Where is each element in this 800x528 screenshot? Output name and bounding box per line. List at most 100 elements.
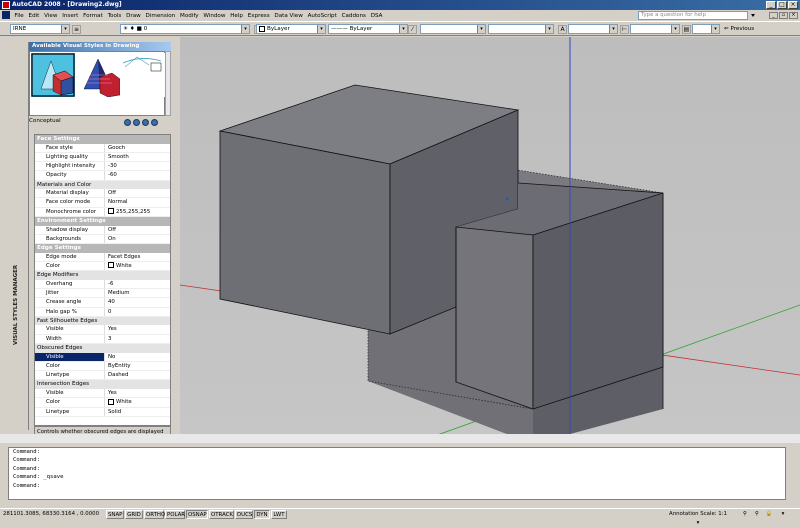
menu-dimension[interactable]: Dimension	[143, 13, 178, 19]
property-row[interactable]: Highlight intensity -30	[35, 162, 170, 172]
horizontal-scrollbar[interactable]	[0, 434, 800, 443]
thumbnail-scrollbar[interactable]	[165, 51, 171, 116]
text-style-dropdown[interactable]: ▾	[568, 24, 618, 34]
table-style-icon[interactable]: ▤	[682, 25, 691, 34]
coordinates-readout[interactable]: 281101.3085, 68330.3164 , 0.0000	[2, 510, 104, 519]
workspace-dropdown[interactable]: IRNE ▾	[10, 24, 70, 34]
status-toggle-snap[interactable]: SNAP	[106, 510, 124, 519]
document-icon[interactable]	[2, 11, 10, 19]
property-row[interactable]: Linetype Dashed	[35, 371, 170, 381]
section-header[interactable]: Edge Modifiers	[35, 271, 170, 280]
grip-point[interactable]	[505, 197, 509, 201]
menu-caddons[interactable]: Caddons	[339, 13, 368, 19]
section-header[interactable]: Face Settings	[35, 135, 170, 144]
palette-title-strip[interactable]	[14, 42, 29, 430]
property-row[interactable]: Crease angle 40	[35, 298, 170, 308]
create-style-icon[interactable]	[124, 119, 131, 126]
property-row[interactable]: Color White	[35, 261, 170, 272]
delete-style-icon[interactable]	[151, 119, 158, 126]
style-thumbnail-realistic[interactable]	[76, 53, 120, 97]
menu-format[interactable]: Format	[81, 13, 106, 19]
apply-style-icon[interactable]	[133, 119, 140, 126]
help-search-input[interactable]: Type a question for help	[638, 11, 748, 20]
property-row[interactable]: Monochrome color 255,255,255	[35, 207, 170, 218]
property-row[interactable]: Backgrounds On	[35, 234, 170, 245]
auto-scale-icon[interactable]: ⚲	[752, 510, 762, 519]
property-value[interactable]: White	[104, 261, 170, 271]
property-row[interactable]: Width 3	[35, 334, 170, 345]
property-value[interactable]: 40	[104, 298, 170, 307]
section-header[interactable]: Obscured Edges	[35, 344, 170, 353]
property-row[interactable]: Jitter Medium	[35, 289, 170, 299]
menu-help[interactable]: Help	[228, 13, 246, 19]
property-value[interactable]: Normal	[104, 198, 170, 207]
property-row[interactable]: Visible Yes	[35, 325, 170, 335]
property-value[interactable]: Dashed	[104, 371, 170, 380]
property-value[interactable]: White	[104, 398, 170, 407]
table-style-dropdown[interactable]: ▾	[692, 24, 720, 34]
dim-style-dropdown[interactable]: ▾	[630, 24, 680, 34]
doc-close-button[interactable]: ×	[789, 12, 798, 19]
annotation-visibility-icon[interactable]: ⚲	[740, 510, 750, 519]
status-toggle-otrack[interactable]: OTRACK	[209, 510, 234, 519]
menu-dsa[interactable]: DSA	[368, 13, 385, 19]
property-value[interactable]: Yes	[104, 388, 170, 398]
maximize-button[interactable]: □	[777, 1, 787, 9]
annotation-scale[interactable]: Annotation Scale: 1:1 ▾	[668, 510, 728, 526]
property-row[interactable]: Face style Gooch	[35, 143, 170, 153]
style-thumbnail-conceptual[interactable]	[31, 53, 75, 97]
property-value[interactable]: ByEntity	[104, 361, 170, 371]
property-value[interactable]: Gooch	[104, 143, 170, 152]
property-value[interactable]: 255,255,255	[104, 207, 170, 217]
property-row[interactable]: Edge mode Facet Edges	[35, 252, 170, 262]
menu-draw[interactable]: Draw	[124, 13, 143, 19]
status-toggle-grid[interactable]: GRID	[125, 510, 143, 519]
property-value[interactable]: -60	[104, 171, 170, 180]
minimize-button[interactable]: _	[766, 1, 776, 9]
property-row[interactable]: Face color mode Normal	[35, 198, 170, 208]
drawing-viewport[interactable]	[180, 37, 800, 443]
close-button[interactable]: ×	[788, 1, 798, 9]
property-value[interactable]: No	[104, 352, 170, 361]
property-row[interactable]: Halo gap % 0	[35, 307, 170, 317]
match-properties-icon[interactable]: ⁄	[408, 25, 417, 34]
status-toggle-ortho[interactable]: ORTHO	[144, 510, 165, 519]
section-header[interactable]: Intersection Edges	[35, 380, 170, 389]
menu-modify[interactable]: Modify	[178, 13, 201, 19]
property-value[interactable]: Solid	[104, 407, 170, 416]
lineweight-dropdown[interactable]: ▾	[420, 24, 486, 34]
status-toggle-lwt[interactable]: LWT	[271, 510, 287, 519]
dim-style-icon[interactable]: ⊢	[620, 25, 629, 34]
property-row[interactable]: Lighting quality Smooth	[35, 152, 170, 163]
property-row[interactable]: Visible Yes	[35, 388, 170, 399]
menu-edit[interactable]: Edit	[26, 13, 42, 19]
status-toggle-polar[interactable]: POLAR	[165, 510, 185, 519]
menu-autoscript[interactable]: AutoScript	[305, 13, 339, 19]
property-value[interactable]: Smooth	[104, 152, 170, 162]
section-header[interactable]: Edge Settings	[35, 244, 170, 253]
property-row[interactable]: Linetype Solid	[35, 407, 170, 417]
property-value[interactable]: Yes	[104, 325, 170, 334]
property-value[interactable]: 3	[104, 334, 170, 344]
status-toggle-osnap[interactable]: OSNAP	[186, 510, 208, 519]
drawing-canvas[interactable]	[180, 37, 800, 443]
doc-minimize-button[interactable]: _	[769, 12, 778, 19]
lock-icon[interactable]: 🔒	[764, 510, 774, 519]
property-value[interactable]: -6	[104, 279, 170, 289]
previous-button[interactable]: ⇐ Previous	[724, 24, 784, 34]
menu-tools[interactable]: Tools	[105, 13, 124, 19]
layer-properties-icon[interactable]: ≡	[72, 25, 81, 34]
layer-dropdown[interactable]: ☀ ♦ ■ 0 ▾	[120, 24, 250, 34]
export-style-icon[interactable]	[142, 119, 149, 126]
text-style-icon[interactable]: A	[558, 25, 567, 34]
menu-file[interactable]: File	[12, 13, 26, 19]
menu-view[interactable]: View	[42, 13, 60, 19]
property-row[interactable]: Shadow display Off	[35, 225, 170, 235]
menu-express[interactable]: Express	[245, 13, 272, 19]
autocad-logo-icon[interactable]	[2, 1, 10, 9]
command-history[interactable]: Command: Command: Command: Command: _qsa…	[8, 447, 786, 500]
property-value[interactable]: -30	[104, 162, 170, 171]
status-toggle-dyn[interactable]: DYN	[254, 510, 270, 519]
property-row[interactable]: Visible No	[35, 352, 170, 362]
property-value[interactable]: 0	[104, 307, 170, 316]
